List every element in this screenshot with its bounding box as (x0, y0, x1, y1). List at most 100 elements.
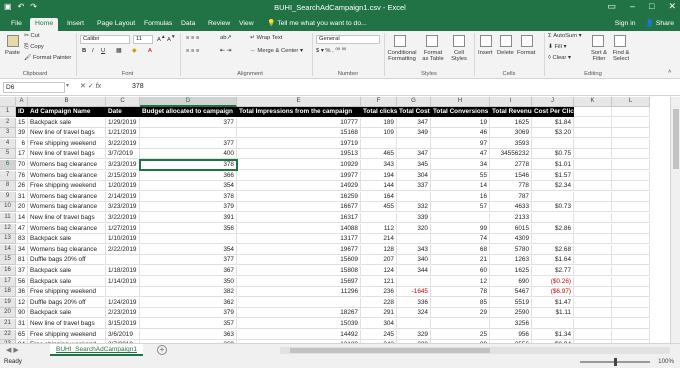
zoom-slider[interactable] (580, 358, 650, 366)
underline-icon[interactable]: U (101, 48, 105, 54)
table-cell[interactable]: 245 (361, 329, 397, 340)
table-cell[interactable]: Duffle bags 20% off (28, 297, 106, 308)
table-cell[interactable] (612, 170, 650, 181)
table-cell[interactable]: 332 (397, 202, 431, 213)
header-cell[interactable]: Total Impressions from the campaign (237, 107, 361, 117)
table-cell[interactable]: 340 (397, 255, 431, 266)
format-cells-icon[interactable] (521, 35, 533, 47)
table-cell[interactable]: 304 (361, 319, 397, 329)
table-cell[interactable]: 354 (140, 244, 237, 255)
table-cell[interactable]: Womens bag clearance (28, 160, 106, 170)
table-cell[interactable]: 377 (140, 117, 237, 128)
conditional-formatting-button[interactable]: Conditional Formatting (386, 50, 418, 62)
table-cell[interactable]: 228 (361, 297, 397, 308)
table-cell[interactable]: 1/10/2019 (106, 234, 140, 245)
fill-color-icon[interactable]: ◆ (132, 48, 136, 54)
header-cell[interactable]: Total Conversions (431, 107, 490, 117)
table-cell[interactable]: Womens bag clearance (28, 202, 106, 213)
table-cell[interactable]: 377 (140, 255, 237, 266)
table-cell[interactable]: 29 (431, 308, 490, 319)
table-cell[interactable]: 236 (361, 287, 397, 298)
insert-cells-button[interactable]: Insert (478, 50, 493, 56)
table-cell[interactable]: 1/21/2019 (106, 128, 140, 139)
table-cell[interactable]: 26 (16, 181, 28, 192)
table-cell[interactable]: 34 (431, 160, 490, 170)
ribbon-display-icon[interactable]: ▭ (607, 1, 616, 12)
scrollbar-thumb[interactable] (673, 109, 679, 169)
table-cell[interactable]: 65 (16, 329, 28, 340)
table-cell[interactable] (397, 319, 431, 329)
scrollbar-thumb[interactable] (290, 348, 490, 353)
align-top-icons[interactable]: ≡ ≡ ≡ (186, 35, 199, 41)
table-cell[interactable]: 367 (140, 266, 237, 276)
table-cell[interactable]: 343 (361, 160, 397, 170)
table-cell[interactable]: 76 (16, 170, 28, 181)
table-cell[interactable]: 99 (431, 223, 490, 234)
table-cell[interactable]: 37 (16, 266, 28, 276)
table-cell[interactable]: 70 (16, 160, 28, 170)
format-cells-button[interactable]: Format (517, 50, 535, 56)
table-cell[interactable]: $2.86 (532, 223, 574, 234)
tab-home[interactable]: Home (30, 18, 59, 31)
table-cell[interactable]: 19 (431, 117, 490, 128)
table-cell[interactable] (574, 244, 612, 255)
row-header[interactable]: 8 (0, 181, 16, 192)
table-cell[interactable]: 391 (140, 213, 237, 223)
table-cell[interactable]: Backpack sale (28, 266, 106, 276)
table-cell[interactable]: 78 (431, 287, 490, 298)
table-cell[interactable]: 363 (140, 329, 237, 340)
table-cell[interactable]: $2.77 (532, 266, 574, 276)
row-header[interactable]: 11 (0, 213, 16, 223)
fill-button[interactable]: ⬇ Fill ▾ (548, 44, 566, 50)
table-cell[interactable] (397, 276, 431, 287)
table-cell[interactable]: $1.11 (532, 308, 574, 319)
table-cell[interactable] (574, 266, 612, 276)
font-size-select[interactable]: 11 (133, 35, 153, 44)
table-cell[interactable]: 690 (490, 276, 532, 287)
table-cell[interactable]: 16259 (237, 191, 361, 202)
table-cell[interactable] (574, 138, 612, 149)
table-cell[interactable]: 4309 (490, 234, 532, 245)
table-cell[interactable]: 3/23/2019 (106, 160, 140, 170)
table-cell[interactable]: 12 (431, 276, 490, 287)
horizontal-scrollbar[interactable] (280, 347, 670, 354)
wrap-text-button[interactable]: ↵ Wrap Text (250, 35, 282, 41)
table-cell[interactable]: 344 (397, 266, 431, 276)
table-cell[interactable]: 121 (361, 276, 397, 287)
table-cell[interactable]: Free shipping weekend (28, 181, 106, 192)
font-name-select[interactable]: Calibri (80, 35, 130, 44)
column-header-c[interactable]: C (106, 97, 140, 107)
table-cell[interactable]: 34 (16, 244, 28, 255)
table-cell[interactable]: Free shipping weekend (28, 329, 106, 340)
column-header-e[interactable]: E (237, 97, 361, 107)
table-cell[interactable]: $3.20 (532, 128, 574, 139)
table-cell[interactable] (574, 213, 612, 223)
table-cell[interactable]: 55 (431, 170, 490, 181)
table-cell[interactable]: 2/15/2019 (106, 170, 140, 181)
table-cell[interactable]: 214 (361, 234, 397, 245)
row-header[interactable]: 22 (0, 329, 16, 340)
table-cell[interactable]: 3/7/2019 (106, 149, 140, 160)
table-cell[interactable] (574, 308, 612, 319)
table-cell[interactable]: 39 (16, 128, 28, 139)
column-header-b[interactable]: B (28, 97, 106, 107)
find-select-icon[interactable] (614, 35, 626, 47)
table-cell[interactable]: 787 (490, 191, 532, 202)
row-header[interactable]: 13 (0, 234, 16, 245)
table-cell[interactable]: 1/29/2019 (106, 117, 140, 128)
table-cell[interactable]: Womens bag clearance (28, 191, 106, 202)
table-cell[interactable] (532, 138, 574, 149)
font-color-icon[interactable]: A (148, 48, 152, 54)
row-header[interactable]: 3 (0, 128, 16, 139)
table-cell[interactable]: 90 (16, 308, 28, 319)
row-header[interactable]: 12 (0, 223, 16, 234)
table-cell[interactable]: Backpack sale (28, 308, 106, 319)
name-box[interactable]: D6 (3, 82, 65, 93)
table-cell[interactable]: 60 (431, 266, 490, 276)
table-cell[interactable]: 19719 (237, 138, 361, 149)
table-cell[interactable] (397, 191, 431, 202)
table-cell[interactable]: 343 (397, 244, 431, 255)
table-cell[interactable]: 15 (16, 117, 28, 128)
table-cell[interactable]: 15609 (237, 255, 361, 266)
table-cell[interactable]: 16677 (237, 202, 361, 213)
